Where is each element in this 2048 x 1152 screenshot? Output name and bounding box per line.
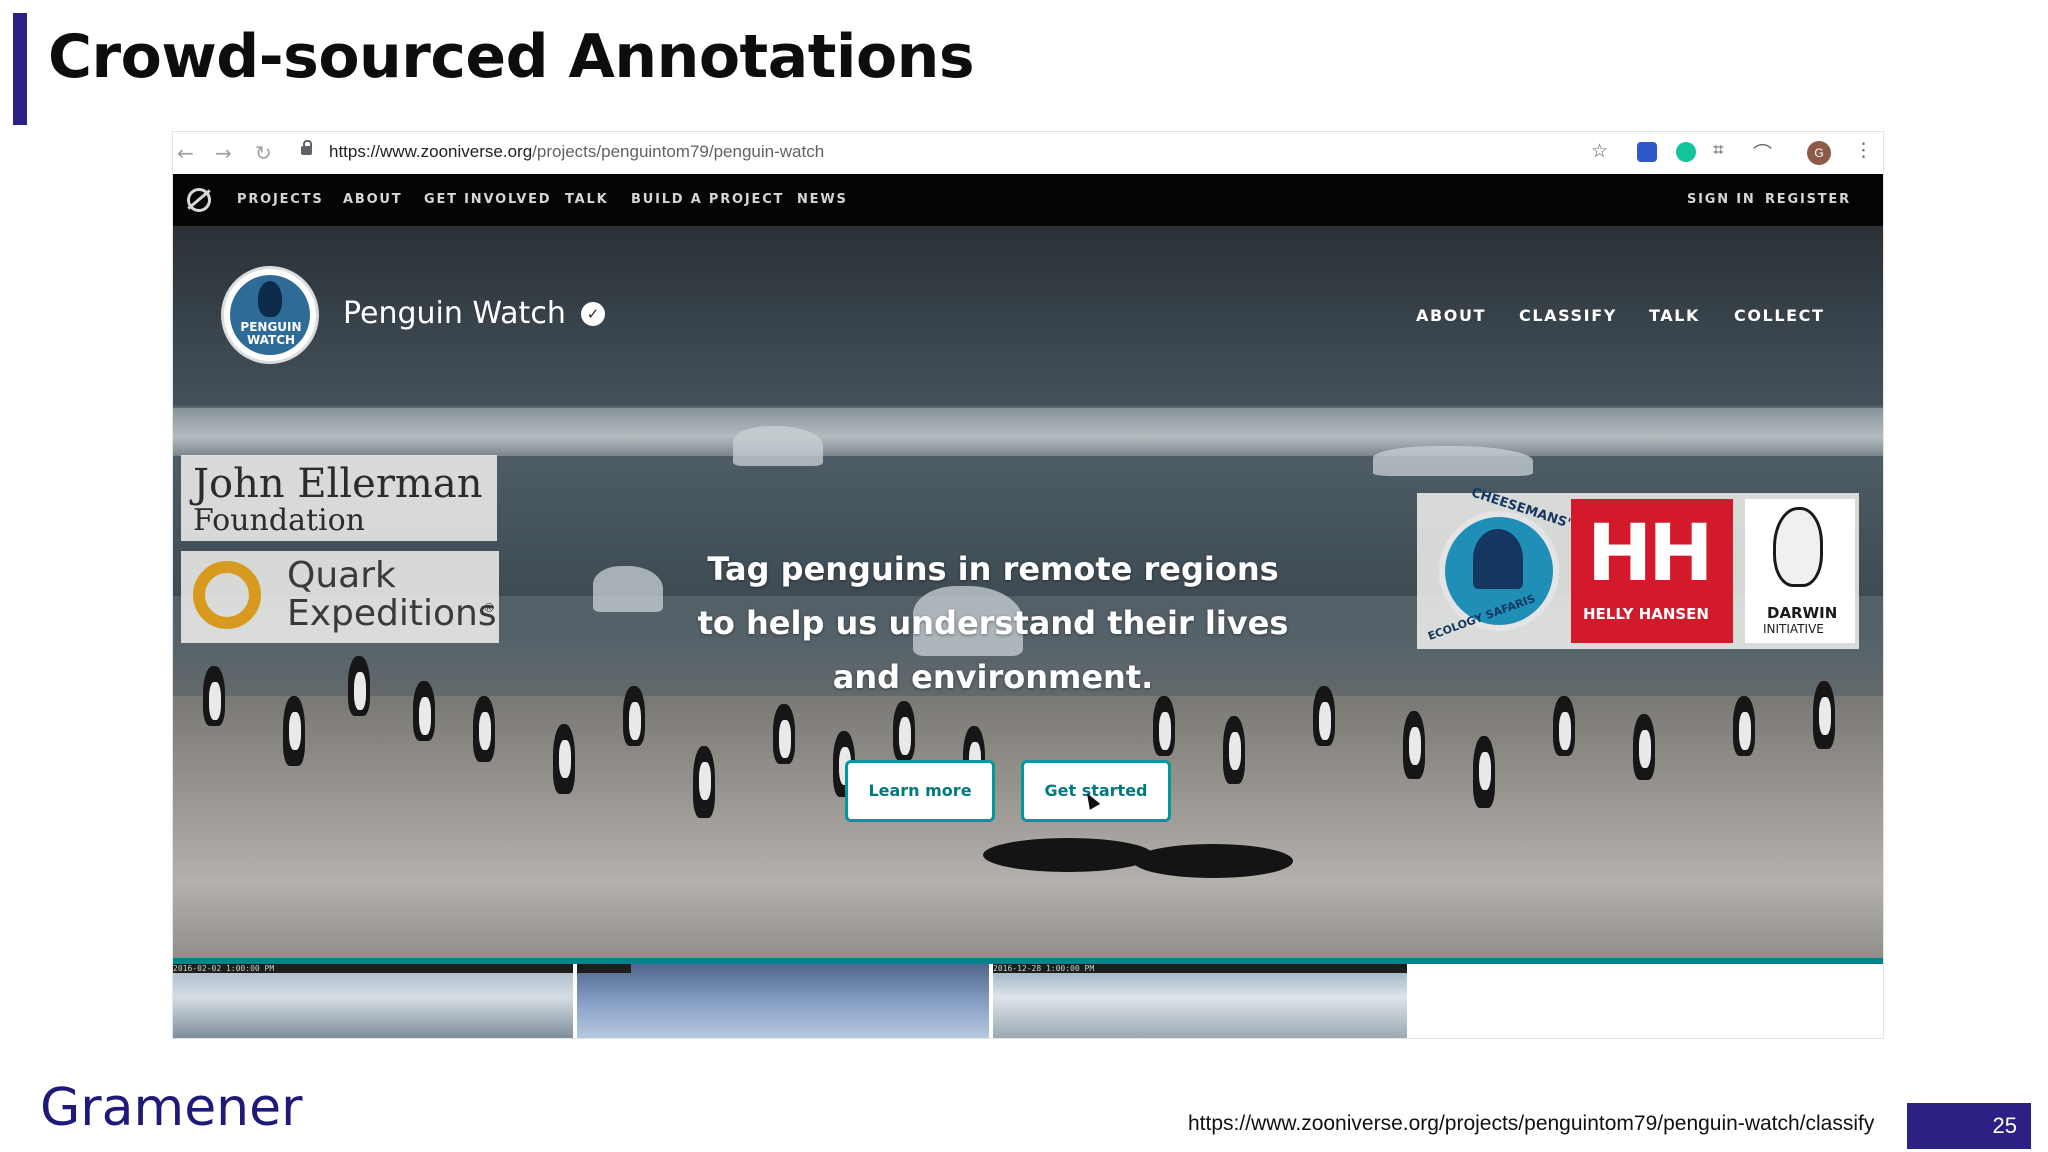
quark-registered-mark: ® <box>483 601 495 615</box>
hh-name: HELLY HANSEN <box>1583 605 1709 623</box>
forward-icon[interactable]: → <box>215 141 232 165</box>
zooniverse-nav: PROJECTS ABOUT GET INVOLVED TALK BUILD A… <box>173 174 1883 226</box>
nav-about[interactable]: ABOUT <box>343 192 402 207</box>
gramener-brand: Gramener <box>40 1078 303 1138</box>
project-tagline: Tag penguins in remote regions to help u… <box>697 550 1289 696</box>
learn-more-button[interactable]: Learn more <box>845 760 995 822</box>
lock-icon <box>301 140 312 155</box>
iceberg <box>593 566 663 612</box>
penguin <box>1553 696 1575 756</box>
browser-screenshot: ← → ↻ https://www.zooniverse.org/project… <box>173 132 1883 1038</box>
extension-icon[interactable] <box>1637 142 1657 162</box>
star-icon[interactable]: ☆ <box>1591 140 1608 162</box>
penguin <box>1813 681 1835 749</box>
back-icon[interactable]: ← <box>177 141 194 165</box>
penguin <box>413 681 435 741</box>
profile-icon[interactable]: G <box>1807 141 1831 165</box>
quark-line1: Quark <box>287 555 396 596</box>
nav-projects[interactable]: PROJECTS <box>237 192 323 207</box>
penguin <box>348 656 370 716</box>
penguin <box>203 666 225 726</box>
darwin-initiative-logo: DARWIN INITIATIVE <box>1745 499 1855 643</box>
get-started-button[interactable]: Get started <box>1021 760 1171 822</box>
iceberg <box>1373 446 1533 476</box>
project-logo[interactable]: PENGUIN WATCH <box>221 266 319 364</box>
sign-in-link[interactable]: SIGN IN <box>1687 192 1756 207</box>
seal <box>983 838 1153 872</box>
penguin <box>1153 696 1175 756</box>
iceberg <box>733 426 823 466</box>
page-number: 25 <box>1992 1113 2017 1138</box>
source-url[interactable]: https://www.zooniverse.org/projects/peng… <box>1188 1112 1874 1136</box>
whale-tail-icon <box>1473 529 1523 589</box>
project-hero: PENGUIN WATCH Penguin Watch ✓ ABOUT CLAS… <box>173 226 1883 961</box>
register-link[interactable]: REGISTER <box>1765 192 1851 207</box>
darwin-bird-icon <box>1773 507 1823 587</box>
penguin <box>623 686 645 746</box>
ellerman-line1: John Ellerman <box>193 461 483 507</box>
nav-build-a-project[interactable]: BUILD A PROJECT <box>631 192 784 207</box>
penguin <box>473 696 495 762</box>
subject-thumbnail[interactable]: 2016-12-28 1:00:00 PM <box>993 964 1407 1038</box>
page-number-box: 25 <box>1907 1103 2031 1149</box>
penguin <box>1733 696 1755 756</box>
penguin <box>773 704 795 764</box>
menu-icon[interactable]: ⋮ <box>1854 139 1873 161</box>
reload-icon[interactable]: ↻ <box>255 141 272 165</box>
url-host: https://www.zooniverse.org <box>329 142 533 161</box>
nav-news[interactable]: NEWS <box>797 192 848 207</box>
seal <box>1133 844 1293 878</box>
nav-get-involved[interactable]: GET INVOLVED <box>424 192 551 207</box>
darwin-line2: INITIATIVE <box>1763 622 1824 636</box>
project-nav-about[interactable]: ABOUT <box>1416 306 1486 325</box>
penguin <box>553 724 575 794</box>
darwin-line1: DARWIN <box>1767 604 1838 622</box>
iceberg-horizon <box>173 408 1883 456</box>
slide: Crowd-sourced Annotations ← → ↻ https://… <box>0 0 2048 1152</box>
project-nav-talk[interactable]: TALK <box>1649 306 1700 325</box>
url-path: /projects/penguintom79/penguin-watch <box>532 142 825 161</box>
sponsor-strip-right: CHEESEMANS' ECOLOGY SAFARIS HH HELLY HAN… <box>1417 485 1859 649</box>
penguin <box>693 746 715 818</box>
helly-hansen-logo: HH HELLY HANSEN <box>1571 499 1733 643</box>
grammarly-icon[interactable] <box>1676 142 1696 162</box>
hh-mark: HH <box>1587 509 1714 599</box>
sponsor-quark-logo: Quark Expeditions ® <box>181 551 499 643</box>
penguin-logo-icon <box>258 281 282 317</box>
project-nav-classify[interactable]: CLASSIFY <box>1519 306 1617 325</box>
slide-title: Crowd-sourced Annotations <box>48 22 975 92</box>
quark-line2: Expeditions <box>287 593 497 634</box>
quark-ring-icon <box>193 561 261 629</box>
thumbnail-timestamp: 2016-02-02 1:00:00 PM <box>173 964 573 973</box>
penguin <box>893 701 915 761</box>
title-accent-bar <box>13 13 27 125</box>
nav-talk[interactable]: TALK <box>565 192 608 207</box>
subject-thumbnail[interactable]: 2016-02-02 1:00:00 PM <box>173 964 573 1038</box>
verified-check-icon: ✓ <box>581 302 605 326</box>
penguin <box>1633 714 1655 780</box>
sponsor-john-ellerman-logo: John Ellerman Foundation <box>181 455 497 541</box>
url-field[interactable]: https://www.zooniverse.org/projects/peng… <box>329 142 824 162</box>
address-bar: ← → ↻ https://www.zooniverse.org/project… <box>173 132 1883 174</box>
crop-icon[interactable]: ⌗ <box>1713 139 1724 161</box>
subject-thumbnail[interactable] <box>577 964 989 1038</box>
penguin <box>1473 736 1495 808</box>
ellerman-line2: Foundation <box>193 503 366 538</box>
project-nav-collect[interactable]: COLLECT <box>1734 306 1825 325</box>
penguin <box>1403 711 1425 779</box>
thumbnail-timestamp: 2016-12-28 1:00:00 PM <box>993 964 1407 973</box>
project-name[interactable]: Penguin Watch <box>343 296 566 331</box>
thumbnail-stamp-bar <box>577 964 631 973</box>
penguin <box>283 696 305 766</box>
penguin <box>1223 716 1245 784</box>
zooniverse-logo-icon[interactable] <box>187 188 211 212</box>
logo-text: PENGUIN WATCH <box>240 320 302 347</box>
extension-icon[interactable]: ⌒ <box>1753 139 1772 166</box>
penguin <box>1313 686 1335 746</box>
